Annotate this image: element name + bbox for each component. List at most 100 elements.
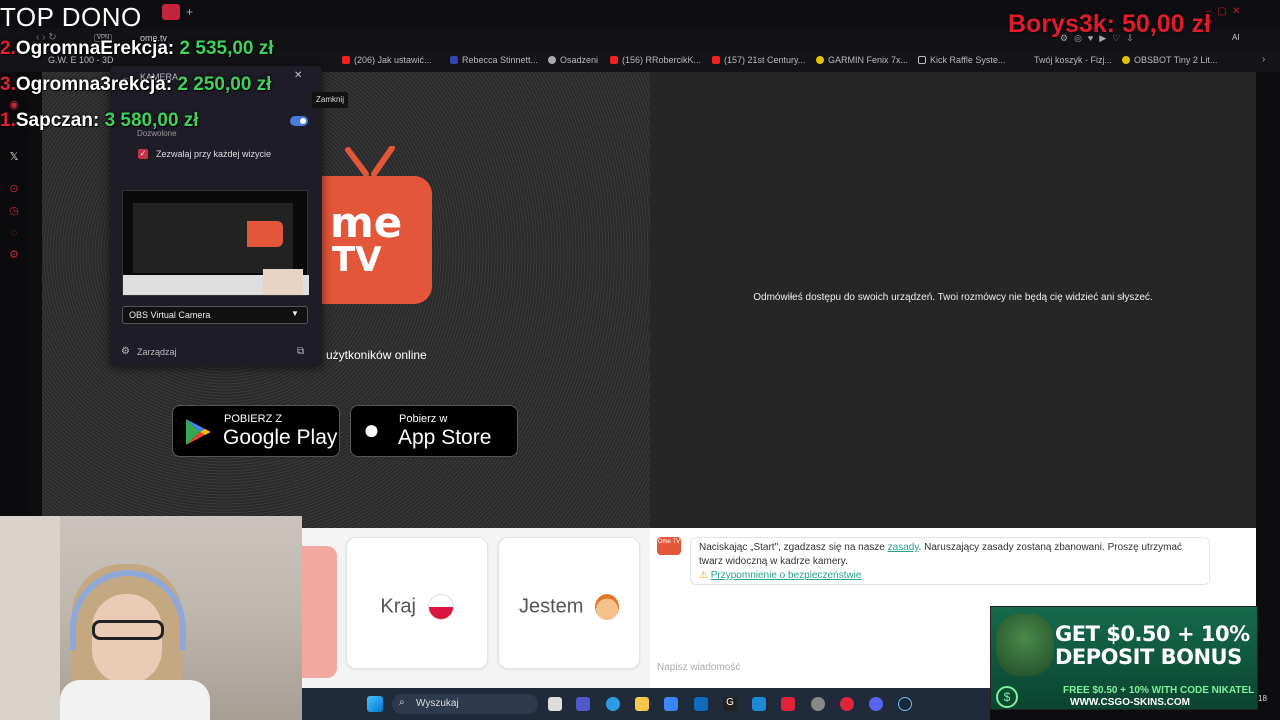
garmin-icon: [816, 56, 824, 64]
camera-toggle[interactable]: [290, 116, 308, 126]
donor-name: Sapczan:: [15, 110, 105, 131]
donation-row: 1.Sapczan: 3 580,00 zł: [0, 110, 199, 132]
allow-every-visit-checkbox[interactable]: ✓: [138, 149, 148, 159]
ai-icon[interactable]: AI: [1232, 33, 1240, 42]
bookmark-item[interactable]: Osadzeni: [548, 55, 598, 65]
youtube-icon: [712, 56, 720, 64]
app-store-button[interactable]: ● Pobierz w App Store: [350, 405, 518, 457]
gender-label: Jestem: [499, 594, 639, 620]
discord-icon[interactable]: [869, 697, 883, 711]
ad-headline: DEPOSIT BONUS: [1055, 645, 1242, 669]
x-icon[interactable]: 𝕏: [7, 150, 21, 164]
google-play-big-text: Google Play: [223, 426, 338, 449]
camera-select[interactable]: OBS Virtual Camera: [122, 306, 308, 324]
windows-start-icon[interactable]: [367, 696, 383, 712]
users-online-label: użytkoników online: [326, 348, 427, 362]
poland-flag-icon: [427, 594, 454, 620]
ad-mascot-image: [996, 614, 1054, 676]
app-icon[interactable]: [752, 697, 766, 711]
donation-rank: 1.: [0, 110, 16, 131]
checkbox-label: Zezwalaj przy każdej wizycie: [156, 149, 272, 159]
start-button[interactable]: [302, 546, 337, 678]
close-icon[interactable]: ✕: [294, 70, 302, 81]
bookmark-item[interactable]: Rebecca Stinnett...: [450, 55, 538, 65]
bookmark-item[interactable]: (206) Jak ustawić...: [342, 55, 432, 65]
edge-icon[interactable]: [606, 697, 620, 711]
taskbar-clock: 18: [1258, 694, 1267, 703]
new-tab-button[interactable]: +: [186, 5, 193, 19]
search-icon: ⌕: [399, 697, 405, 708]
pinboard-icon[interactable]: ◌: [7, 226, 21, 240]
obsbot-icon: [1122, 56, 1130, 64]
bookmarks-overflow-icon[interactable]: ›: [1262, 54, 1265, 65]
donation-amount: 2 250,00 zł: [177, 74, 272, 95]
donor-name: Ogromna3rekcja:: [15, 74, 178, 95]
youtube-icon: [342, 56, 350, 64]
bookmark-item[interactable]: (156) RRobercikK...: [610, 55, 701, 65]
file-explorer-icon[interactable]: [635, 697, 649, 711]
donation-rank: 2.: [0, 38, 16, 59]
rules-link[interactable]: zasady: [888, 542, 919, 553]
google-play-button[interactable]: POBIERZ Z Google Play: [172, 405, 340, 457]
ad-headline: GET $0.50 + 10%: [1055, 622, 1250, 646]
app-icon[interactable]: [781, 697, 795, 711]
youtube-icon: [610, 56, 618, 64]
settings-icon[interactable]: ⚙: [7, 248, 21, 262]
access-denied-message: Odmówiłeś dostępu do swoich urządzeń. Tw…: [753, 292, 1153, 303]
window-controls[interactable]: – ▢ ✕: [1206, 6, 1241, 17]
bookmark-item[interactable]: (157) 21st Century...: [712, 55, 805, 65]
store-icon[interactable]: [664, 697, 678, 711]
boy-emoji-icon: [595, 594, 620, 620]
webcam-shirt: [60, 680, 210, 720]
camera-preview: [122, 190, 309, 296]
player-icon[interactable]: ⊙: [7, 182, 21, 196]
mail-icon[interactable]: [694, 697, 708, 711]
logo-text: TV: [332, 240, 382, 280]
page-icon: [918, 56, 926, 64]
safety-reminder-link[interactable]: Przypomnienie o bezpieczeństwie: [711, 570, 862, 581]
app-icon[interactable]: G: [723, 697, 737, 711]
history-icon[interactable]: ◷: [7, 204, 21, 218]
country-label: Kraj: [347, 594, 487, 620]
donation-amount: 2 535,00 zł: [179, 38, 274, 59]
app-store-small-text: Pobierz w: [399, 413, 448, 425]
latest-donation: Borys3k: 50,00 zł: [1008, 10, 1211, 38]
donation-row: 2.OgromnaErekcja: 2 535,00 zł: [0, 38, 274, 60]
teams-icon[interactable]: [576, 697, 590, 711]
gender-selector[interactable]: Jestem: [498, 537, 640, 669]
app-store-big-text: App Store: [398, 426, 492, 449]
manage-link[interactable]: Zarządzaj: [137, 347, 177, 357]
webcam-background: [0, 516, 60, 720]
steam-icon[interactable]: [898, 697, 912, 711]
dollar-coin-icon: $: [996, 686, 1018, 708]
ad-promo-text: FREE $0.50 + 10% WITH CODE NIKATEL: [1063, 685, 1255, 696]
ometv-mini-logo: Ome TV: [657, 537, 681, 555]
donation-amount: 3 580,00 zł: [104, 110, 199, 131]
open-external-icon[interactable]: ⧉: [297, 346, 304, 357]
bookmark-item[interactable]: Twój koszyk - Fizj...: [1034, 55, 1112, 65]
google-play-icon: [186, 419, 211, 445]
close-tooltip: Zamknij: [312, 92, 348, 108]
message-input[interactable]: Napisz wiadomość: [657, 662, 740, 673]
active-tab[interactable]: [162, 4, 180, 20]
google-play-small-text: POBIERZ Z: [224, 413, 283, 425]
chevron-down-icon: ▼: [291, 309, 299, 318]
bookmark-item[interactable]: GARMIN Fenix 7x...: [816, 55, 908, 65]
opera-gx-icon[interactable]: [840, 697, 854, 711]
app-icon[interactable]: [811, 697, 825, 711]
donation-rank: 3.: [0, 74, 16, 95]
gear-icon[interactable]: ⚙: [121, 346, 130, 357]
tv-antenna-icon: [345, 146, 395, 176]
rules-notice: Naciskając „Start", zgadzasz się na nasz…: [690, 537, 1210, 585]
notice-prefix: Naciskając „Start", zgadzasz się na nasz…: [699, 542, 888, 553]
taskbar-search[interactable]: Wyszukaj: [392, 694, 538, 714]
apple-icon: ●: [363, 414, 380, 445]
ad-url-text: WWW.CSGO-SKINS.COM: [1070, 697, 1190, 708]
bookmark-item[interactable]: Kick Raffle Syste...: [918, 55, 1005, 65]
bookmark-item[interactable]: OBSBOT Tiny 2 Lit...: [1122, 55, 1217, 65]
donation-row: 3.Ogromna3rekcja: 2 250,00 zł: [0, 74, 271, 96]
donor-name: OgromnaErekcja:: [15, 38, 180, 59]
task-view-icon[interactable]: [548, 697, 562, 711]
site-icon: [548, 56, 556, 64]
country-selector[interactable]: Kraj: [346, 537, 488, 669]
